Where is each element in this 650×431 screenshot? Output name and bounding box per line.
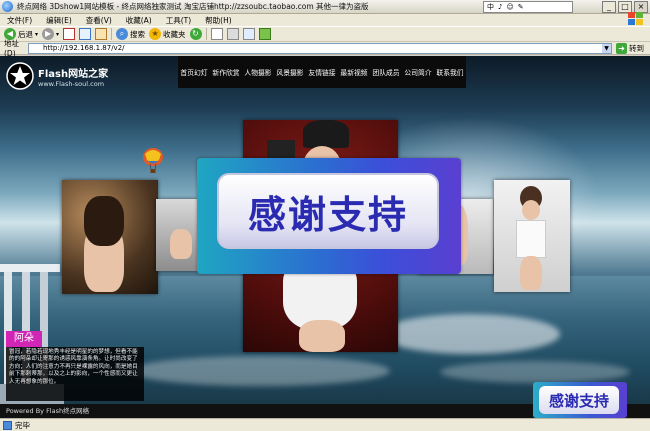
forward-button[interactable]: ▶ ▾ xyxy=(42,28,59,40)
gallery-photo[interactable] xyxy=(494,180,570,292)
profile-description: 冒冠，若隐若现地秀丰经是明星的的梦想，但看不能的的阿朵却让寄那的诱惑风靠演条角。… xyxy=(6,347,144,401)
ie-app-icon xyxy=(2,1,13,12)
photo-figure xyxy=(170,229,192,259)
toolbar-separator xyxy=(205,28,207,40)
stop-icon xyxy=(63,28,76,40)
address-bar: 地址(D) ▼ ➜ 转到 xyxy=(0,39,650,58)
forward-arrow-icon: ▶ xyxy=(42,28,55,40)
menu-view[interactable]: 查看(V) xyxy=(79,15,119,26)
chevron-down-icon[interactable]: ▼ xyxy=(602,43,611,53)
site-nav: 首页幻灯 新作欣赏 人物摄影 风景摄影 友情链接 最新视频 团队成员 公司简介 … xyxy=(178,56,466,88)
thanks-banner-panel: 感谢支持 xyxy=(217,173,439,249)
browser-toolbar: ◀ 后退 ▾ ▶ ▾ ⌕ 搜索 ★ 收藏夹 ↻ xyxy=(0,26,650,42)
logo-text: Flash网站之家 www.Flash-soul.com xyxy=(38,65,108,88)
page-content: Flash网站之家 www.Flash-soul.com 首页幻灯 新作欣赏 人… xyxy=(0,56,650,418)
go-arrow-icon: ➜ xyxy=(616,42,627,54)
nav-item-team[interactable]: 团队成员 xyxy=(372,67,399,77)
window-title: 终点网络 3Dshow1网站模板 - 终点网络独家测试 淘宝店铺http://z… xyxy=(17,2,369,11)
refresh-button[interactable] xyxy=(79,28,92,40)
status-bar: 完毕 xyxy=(0,418,650,431)
thanks-badge-text: 感谢支持 xyxy=(548,391,609,410)
home-button[interactable] xyxy=(95,28,108,40)
thanks-badge-panel: 感谢支持 xyxy=(539,386,619,414)
menu-file[interactable]: 文件(F) xyxy=(0,15,39,26)
nav-item-videos[interactable]: 最新视频 xyxy=(340,67,367,77)
menu-bar: 文件(F) 编辑(E) 查看(V) 收藏(A) 工具(T) 帮助(H) xyxy=(0,14,650,26)
model-profile: 阿朵 冒冠，若隐若现地秀丰经是明星的的梦想，但看不能的的阿朵却让寄那的诱惑风靠演… xyxy=(6,331,144,401)
logo-name: Flash网站之家 xyxy=(38,68,109,80)
ime-mode[interactable]: 中 xyxy=(487,2,494,12)
nav-item-new-works[interactable]: 新作欣赏 xyxy=(212,67,239,77)
page-done-icon xyxy=(3,420,12,430)
site-logo[interactable]: Flash网站之家 www.Flash-soul.com xyxy=(6,62,108,90)
wave-splash xyxy=(380,314,560,354)
thanks-banner[interactable]: 感谢支持 xyxy=(197,158,461,274)
search-button[interactable]: ⌕ 搜索 xyxy=(116,28,145,40)
nav-item-links[interactable]: 友情链接 xyxy=(308,67,335,77)
toolbar-separator xyxy=(111,28,113,40)
hot-air-balloon-icon xyxy=(143,148,163,173)
photo-dress xyxy=(516,220,546,258)
minimize-button[interactable]: _ xyxy=(602,1,616,13)
menu-edit[interactable]: 编辑(E) xyxy=(39,15,79,26)
ime-icon[interactable]: ✎ xyxy=(518,3,524,11)
go-label: 转到 xyxy=(629,43,644,53)
window-title-bar: 终点网络 3Dshow1网站模板 - 终点网络独家测试 淘宝店铺http://z… xyxy=(0,0,650,14)
nav-item-contact[interactable]: 联系我们 xyxy=(436,67,463,77)
favorites-button[interactable]: ★ 收藏夹 xyxy=(149,28,186,40)
refresh-icon xyxy=(79,28,92,40)
history-button[interactable]: ↻ xyxy=(189,28,202,40)
star-logo-icon xyxy=(6,62,34,90)
mail-icon xyxy=(210,28,223,40)
print-button[interactable] xyxy=(226,28,239,40)
messenger-icon xyxy=(258,28,271,40)
wave-splash xyxy=(440,361,630,383)
history-icon: ↻ xyxy=(189,28,202,40)
search-label: 搜索 xyxy=(130,29,146,39)
nav-item-home[interactable]: 首页幻灯 xyxy=(180,67,207,77)
photo-figure xyxy=(299,320,345,352)
search-icon: ⌕ xyxy=(116,28,129,40)
status-text: 完毕 xyxy=(15,420,30,430)
home-icon xyxy=(95,28,108,40)
edit-icon xyxy=(242,28,255,40)
address-label: 地址(D) xyxy=(4,39,19,58)
menu-help[interactable]: 帮助(H) xyxy=(198,15,239,26)
messenger-button[interactable] xyxy=(258,28,271,40)
nav-item-about[interactable]: 公司简介 xyxy=(404,67,431,77)
nav-item-landscape[interactable]: 风景摄影 xyxy=(276,67,303,77)
ime-icon[interactable]: ♪ xyxy=(498,3,502,11)
ime-icon[interactable]: ☺ xyxy=(506,3,513,11)
star-icon: ★ xyxy=(149,28,162,40)
address-input[interactable] xyxy=(28,42,612,54)
nav-item-portrait[interactable]: 人物摄影 xyxy=(244,67,271,77)
stop-button[interactable] xyxy=(63,28,76,40)
thanks-banner-text: 感谢支持 xyxy=(247,192,408,237)
print-icon xyxy=(226,28,239,40)
photo-hat xyxy=(303,120,349,148)
wave-splash xyxy=(130,356,390,386)
thanks-badge[interactable]: 感谢支持 xyxy=(533,382,627,418)
favorites-label: 收藏夹 xyxy=(163,29,186,39)
menu-tools[interactable]: 工具(T) xyxy=(159,15,198,26)
mail-button[interactable] xyxy=(210,28,223,40)
photo-figure xyxy=(522,200,540,220)
chevron-down-icon: ▾ xyxy=(35,30,39,38)
ime-toolbar[interactable]: 中 ♪ ☺ ✎ xyxy=(483,1,573,13)
photo-hair xyxy=(84,196,124,246)
profile-name: 阿朵 xyxy=(6,331,42,347)
logo-url: www.Flash-soul.com xyxy=(38,79,105,88)
gallery-photo[interactable] xyxy=(62,180,158,294)
address-field-wrap: ▼ xyxy=(28,42,612,54)
photo-figure xyxy=(520,256,542,290)
edit-button[interactable] xyxy=(242,28,255,40)
go-button[interactable]: ➜ 转到 xyxy=(616,42,644,54)
chevron-down-icon: ▾ xyxy=(56,30,60,38)
menu-favorites[interactable]: 收藏(A) xyxy=(119,15,159,26)
